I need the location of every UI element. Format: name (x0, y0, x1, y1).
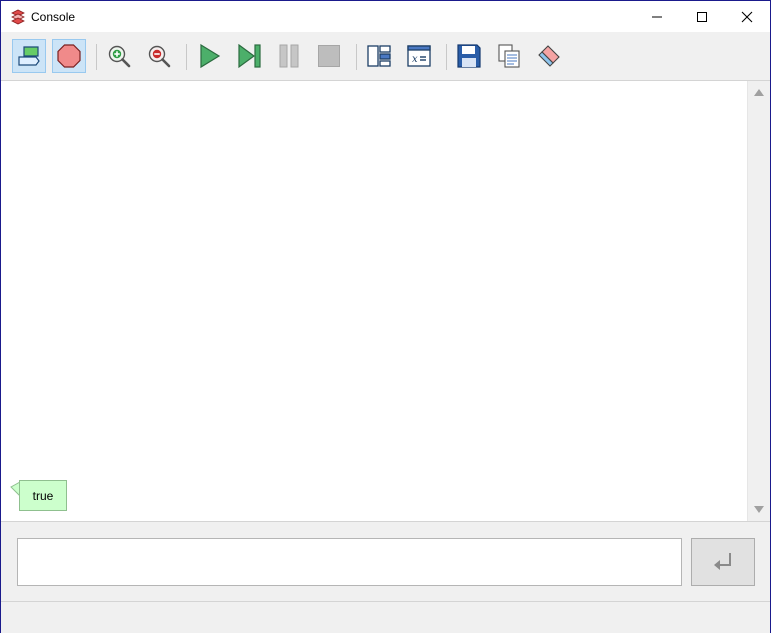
zoom-in-button[interactable] (102, 39, 136, 73)
enter-button[interactable] (691, 538, 755, 586)
variables-icon: x (407, 45, 431, 67)
copy-icon (498, 44, 520, 68)
save-button[interactable] (452, 39, 486, 73)
output-message-text: true (32, 488, 54, 503)
maximize-button[interactable] (679, 1, 725, 32)
output-message: true (19, 480, 67, 511)
toolbar-separator (186, 44, 187, 70)
enter-return-icon (714, 553, 731, 570)
pause-button[interactable] (272, 39, 306, 73)
breakpoint-toggle-button[interactable] (12, 39, 46, 73)
console-output[interactable] (1, 81, 747, 521)
eraser-icon (538, 45, 560, 67)
variables-button[interactable]: x (402, 39, 436, 73)
toolbar-separator (356, 44, 357, 70)
console-window: Console x true (0, 0, 771, 633)
play-icon (200, 43, 221, 69)
step-icon (238, 43, 261, 69)
stop-icon (318, 45, 340, 67)
clear-button[interactable] (532, 39, 566, 73)
close-icon (741, 11, 753, 22)
save-icon (457, 44, 481, 68)
breakpoint-flag-icon (18, 46, 40, 66)
stop-on-error-button[interactable] (52, 39, 86, 73)
play-button[interactable] (192, 39, 226, 73)
close-button[interactable] (724, 1, 770, 32)
zoom-out-icon (148, 45, 171, 68)
layout-panels-button[interactable] (362, 39, 396, 73)
console-app-icon (11, 9, 25, 25)
zoom-in-icon (108, 45, 131, 68)
maximize-icon (697, 11, 707, 22)
window-title: Console (31, 10, 76, 24)
step-button[interactable] (232, 39, 266, 73)
stop-sign-icon (57, 44, 81, 68)
copy-button[interactable] (492, 39, 526, 73)
scroll-up-icon[interactable] (753, 87, 765, 97)
toolbar: x (1, 32, 770, 81)
toolbar-separator (96, 44, 97, 70)
svg-text:x: x (412, 54, 418, 65)
pause-icon (279, 44, 299, 68)
status-bar (1, 601, 770, 633)
command-input-area (1, 521, 770, 602)
minimize-button[interactable] (634, 1, 680, 32)
scroll-down-icon[interactable] (753, 505, 765, 515)
toolbar-separator (446, 44, 447, 70)
title-bar[interactable]: Console (1, 1, 770, 32)
vertical-scrollbar[interactable] (747, 81, 770, 521)
minimize-icon (652, 16, 662, 17)
layout-panels-icon (367, 45, 391, 67)
stop-button[interactable] (312, 39, 346, 73)
zoom-out-button[interactable] (142, 39, 176, 73)
command-input[interactable] (17, 538, 682, 586)
